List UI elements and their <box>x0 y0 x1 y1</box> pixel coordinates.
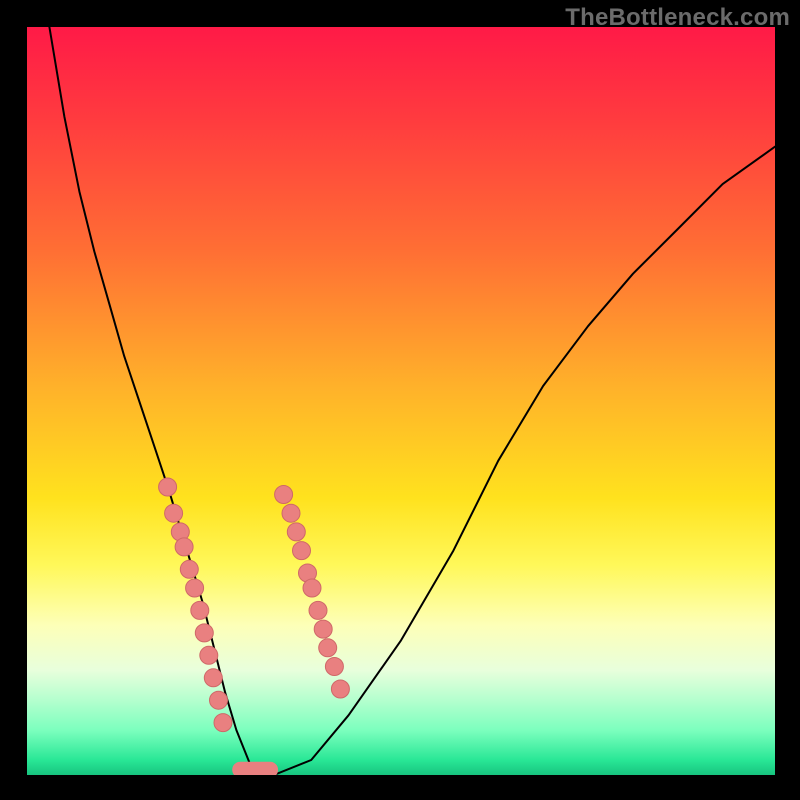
data-dot-left <box>159 478 177 496</box>
data-dot-left <box>191 601 209 619</box>
data-dot-right <box>325 658 343 676</box>
data-dot-right <box>287 523 305 541</box>
data-dot-left <box>165 504 183 522</box>
data-dot-right <box>314 620 332 638</box>
data-dot-left <box>210 691 228 709</box>
bottleneck-curve <box>49 27 775 775</box>
data-dot-right <box>319 639 337 657</box>
data-dot-right <box>275 486 293 504</box>
data-dot-right <box>282 504 300 522</box>
data-dot-left <box>200 646 218 664</box>
curve-overlay <box>27 27 775 775</box>
data-dot-left <box>186 579 204 597</box>
data-dot-right <box>293 542 311 560</box>
watermark-text: TheBottleneck.com <box>565 4 790 32</box>
data-dot-right <box>309 601 327 619</box>
plot-area <box>27 27 775 775</box>
chart-stage: TheBottleneck.com <box>0 0 800 800</box>
data-dot-left <box>195 624 213 642</box>
data-dot-right <box>331 680 349 698</box>
data-dot-left <box>214 714 232 732</box>
data-dot-left <box>180 560 198 578</box>
data-dot-left <box>204 669 222 687</box>
data-dot-right <box>303 579 321 597</box>
data-dot-left <box>175 538 193 556</box>
